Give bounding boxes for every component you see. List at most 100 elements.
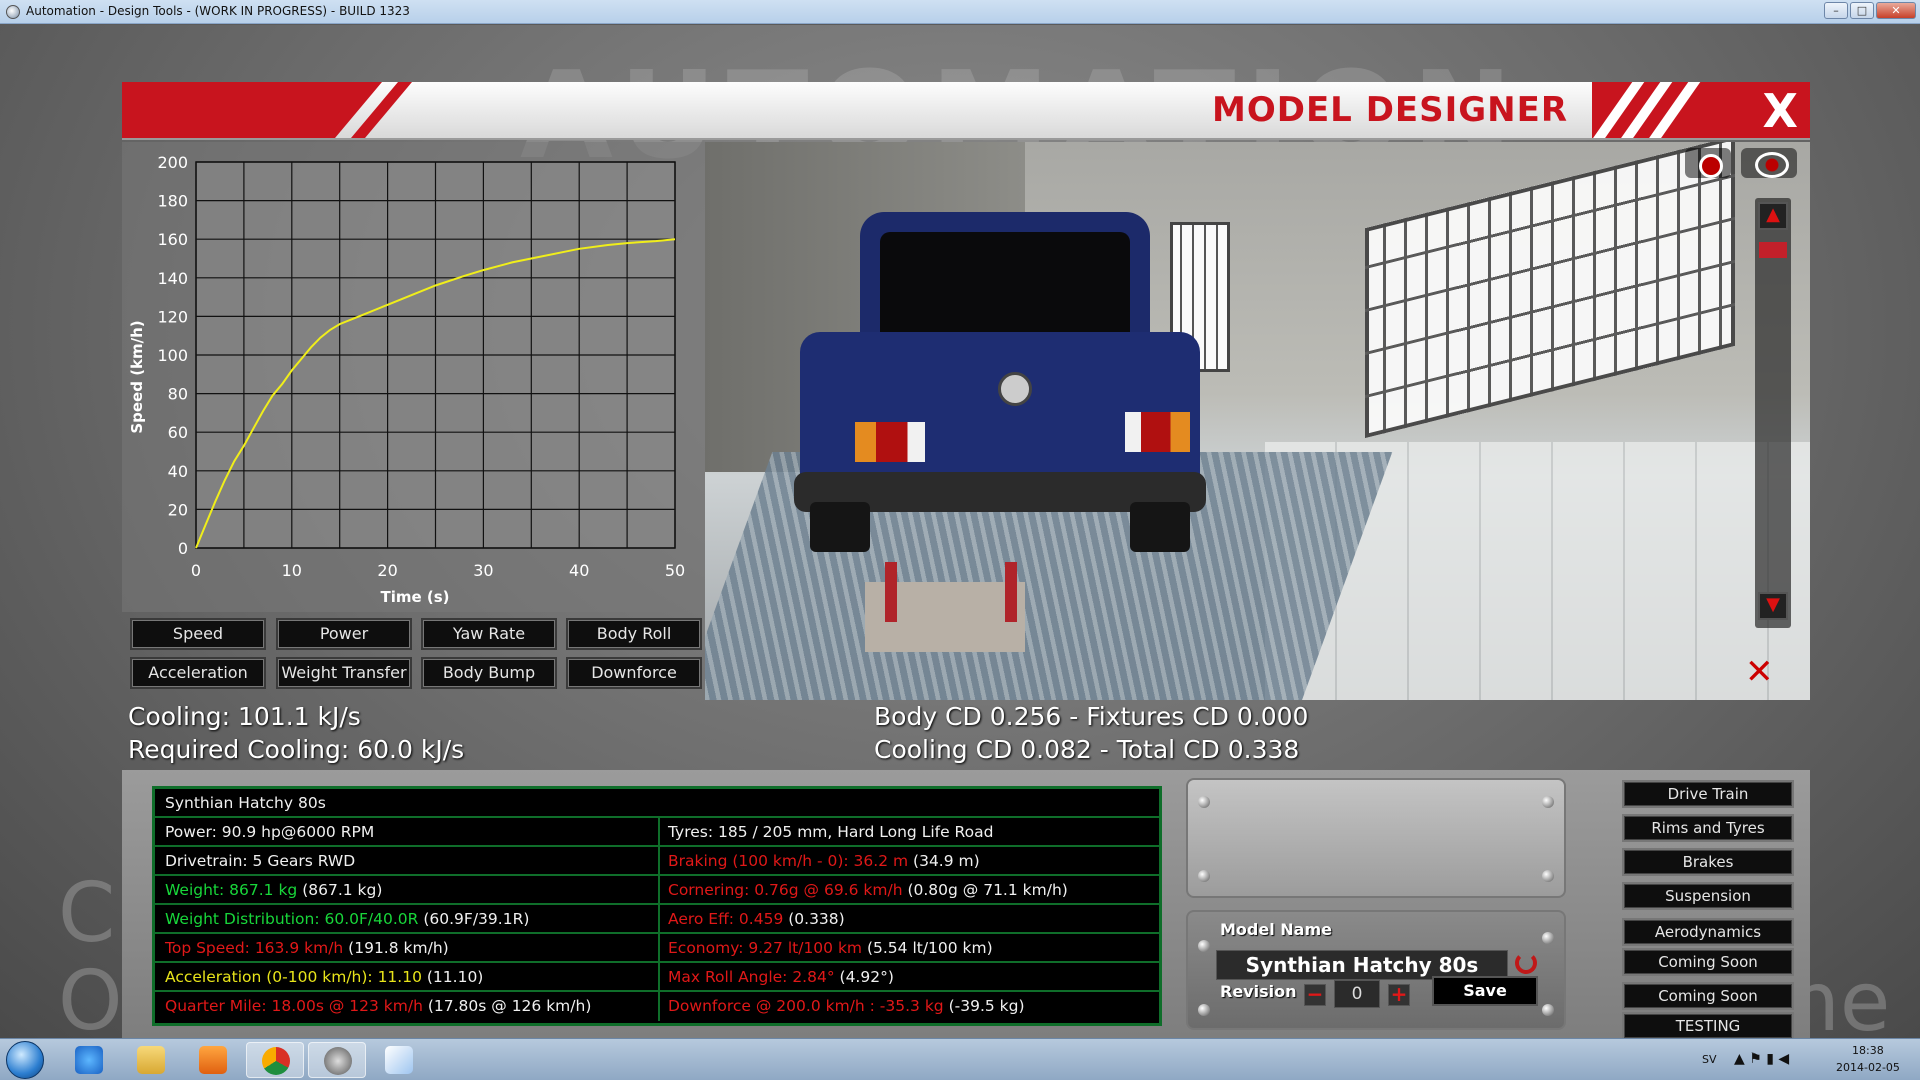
chart-power-button[interactable]: Power [276,618,412,650]
chart-x-tick-label: 30 [473,561,493,580]
save-button[interactable]: Save [1432,976,1538,1006]
top-speed-stat: Top Speed: 163.9 km/h (191.8 km/h) [155,934,660,963]
chart-x-tick-label: 50 [665,561,685,580]
car-stats-table: Synthian Hatchy 80s Power: 90.9 hp@6000 … [152,786,1162,1026]
upper-metal-plate [1186,778,1566,898]
revision-decrement-button[interactable]: − [1304,984,1326,1006]
downforce-stat: Downforce @ 200.0 km/h : -35.3 kg (-39.5… [668,997,1025,1015]
background-fragment-left: C O [58,866,123,1039]
table-row: Power: 90.9 hp@6000 RPM Tyres: 185 / 205… [155,818,1159,847]
chart-y-tick-label: 200 [157,153,188,172]
language-indicator[interactable]: SV [1702,1053,1717,1066]
reset-view-icon[interactable]: ✕ [1745,652,1774,692]
nav-suspension[interactable]: Suspension [1624,884,1792,908]
max-roll-angle-stat: Max Roll Angle: 2.84° (4.92°) [668,968,894,986]
aero-efficiency-stat: Aero Eff: 0.459 (0.338) [668,910,845,928]
weight-distribution-stat: Weight Distribution: 60.0F/40.0R (60.9F/… [155,905,660,934]
nav-rims-and-tyres[interactable]: Rims and Tyres [1624,816,1792,840]
car-wheel [1130,502,1190,552]
chrome-icon[interactable] [246,1042,304,1078]
acceleration-stat: Acceleration (0-100 km/h): 11.10 (11.10) [155,963,660,992]
chart-y-tick-label: 40 [168,462,188,481]
chart-x-tick-label: 20 [377,561,397,580]
revision-increment-button[interactable]: + [1388,984,1410,1006]
car-name-cell: Synthian Hatchy 80s [165,794,326,812]
eye-icon[interactable] [1741,148,1797,178]
chart-x-tick-label: 0 [191,561,201,580]
car-taillight-left [855,422,925,462]
table-row: Weight Distribution: 60.0F/40.0R (60.9F/… [155,905,1159,934]
zoom-scrollbar[interactable]: ▲ ▼ [1755,198,1791,628]
minimize-button[interactable]: – [1824,2,1848,19]
window-titlebar: Automation - Design Tools - (WORK IN PRO… [0,0,1920,24]
ie-icon[interactable] [60,1042,118,1078]
refresh-icon[interactable] [1515,952,1537,974]
table-row: Weight: 867.1 kg (867.1 kg) Cornering: 0… [155,876,1159,905]
media-player-icon[interactable] [184,1042,242,1078]
camera-icon[interactable] [1685,148,1731,178]
model-name-label: Model Name [1220,920,1332,939]
braking-stat: Braking (100 km/h - 0): 36.2 m (34.9 m) [668,852,980,870]
tyres-stat: Tyres: 185 / 205 mm, Hard Long Life Road [668,823,994,841]
total-cd-value: Cooling CD 0.082 - Total CD 0.338 [874,735,1300,764]
automation-app-icon[interactable] [308,1042,366,1078]
clock-date[interactable]: 2014-02-05 [1836,1061,1900,1074]
zoom-down-button[interactable]: ▼ [1758,592,1788,620]
chart-x-label: Time (s) [380,588,449,606]
chart-y-tick-label: 100 [157,346,188,365]
required-cooling-value: Required Cooling: 60.0 kJ/s [128,735,465,764]
speed-chart-panel: 0 20 40 60 80 100 120 140 160 180 200 0 10 20 30 40 50 … [122,142,705,612]
power-stat: Power: 90.9 hp@6000 RPM [155,818,660,847]
chart-downforce-button[interactable]: Downforce [566,657,702,689]
maximize-button[interactable]: □ [1850,2,1874,19]
nav-brakes[interactable]: Brakes [1624,850,1792,874]
designer-close-button[interactable]: X [1763,84,1798,138]
model-designer-header: MODEL DESIGNER X [122,82,1810,140]
garage-window [1365,142,1735,439]
chart-y-tick-label: 160 [157,230,188,249]
start-button[interactable] [6,1041,44,1079]
speed-chart: 020406080100120140160180200 0 10 20 30 40 50 … [128,153,685,606]
zoom-thumb[interactable] [1759,242,1787,258]
clock-time[interactable]: 18:38 [1852,1044,1884,1057]
nav-testing[interactable]: TESTING [1624,1014,1792,1038]
car-model[interactable] [794,212,1206,552]
nav-aerodynamics[interactable]: Aerodynamics [1624,920,1792,944]
zoom-up-button[interactable]: ▲ [1758,202,1788,230]
chart-yaw-rate-button[interactable]: Yaw Rate [421,618,557,650]
revision-label: Revision [1220,982,1297,1001]
quarter-mile-stat: Quarter Mile: 18.00s @ 123 km/h (17.80s … [155,992,660,1021]
car-viewport[interactable]: ▲ ▼ ✕ [705,142,1810,700]
tray-icons[interactable]: ▲ ⚑ ▮ ◀ [1734,1051,1789,1067]
car-rear-window [880,232,1130,342]
chart-weight-transfer-button[interactable]: Weight Transfer [276,657,412,689]
chart-y-tick-label: 20 [168,500,188,519]
weight-stat: Weight: 867.1 kg (867.1 kg) [155,876,660,905]
revision-value: 0 [1334,980,1380,1008]
cooling-value: Cooling: 101.1 kJ/s [128,702,361,731]
nav-coming-soon-1[interactable]: Coming Soon [1624,950,1792,974]
chart-x-tick-label: 10 [282,561,302,580]
body-cd-value: Body CD 0.256 - Fixtures CD 0.000 [874,702,1309,731]
chart-body-roll-button[interactable]: Body Roll [566,618,702,650]
car-badge-icon [998,372,1032,406]
folder-icon[interactable] [122,1042,180,1078]
nav-coming-soon-2[interactable]: Coming Soon [1624,984,1792,1008]
chart-y-tick-label: 180 [157,192,188,211]
chart-y-tick-label: 80 [168,385,188,404]
chart-body-bump-button[interactable]: Body Bump [421,657,557,689]
chart-acceleration-button[interactable]: Acceleration [130,657,266,689]
chart-y-tick-label: 0 [178,539,188,558]
chart-y-tick-label: 140 [157,269,188,288]
paint-icon[interactable] [370,1042,428,1078]
taskbar: SV ▲ ⚑ ▮ ◀ 18:38 2014-02-05 [0,1038,1920,1080]
table-row: Quarter Mile: 18.00s @ 123 km/h (17.80s … [155,992,1159,1021]
nav-drive-train[interactable]: Drive Train [1624,782,1792,806]
table-row: Synthian Hatchy 80s [155,789,1159,818]
window-close-button[interactable]: ✕ [1876,2,1916,19]
cornering-stat: Cornering: 0.76g @ 69.6 km/h (0.80g @ 71… [668,881,1068,899]
chart-speed-button[interactable]: Speed [130,618,266,650]
table-row: Acceleration (0-100 km/h): 11.10 (11.10)… [155,963,1159,992]
bottom-panel: Synthian Hatchy 80s Power: 90.9 hp@6000 … [122,770,1810,1038]
window-title: Automation - Design Tools - (WORK IN PRO… [26,4,410,18]
